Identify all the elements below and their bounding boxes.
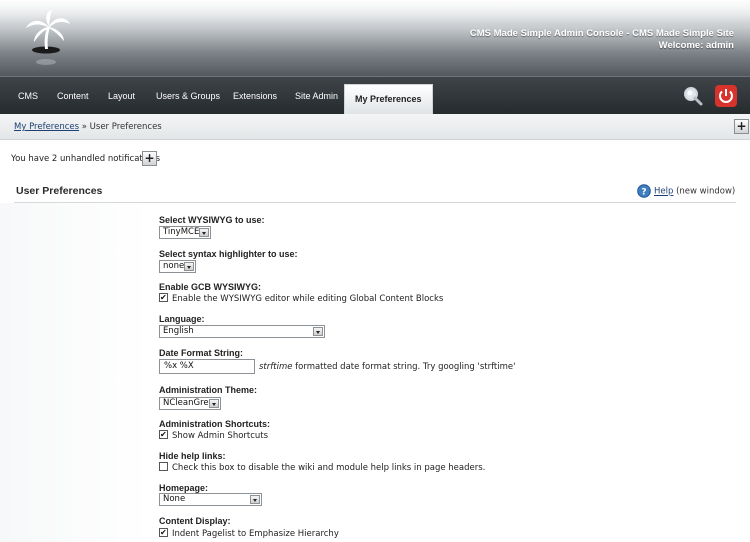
chevron-down-icon xyxy=(184,262,194,271)
main-nav: CMS Content Layout Users & Groups Extens… xyxy=(0,76,750,115)
content-display-label: Content Display: xyxy=(159,516,231,526)
date-format-input[interactable]: %x %X xyxy=(159,359,255,374)
hide-help-checkbox-row: Check this box to disable the wiki and m… xyxy=(159,462,485,473)
shortcuts-checkbox-row: Show Admin Shortcuts xyxy=(159,430,268,441)
gcb-checkbox-label: Enable the WYSIWYG editor while editing … xyxy=(172,294,444,304)
chevron-down-icon xyxy=(250,495,260,504)
wysiwyg-label: Select WYSIWYG to use: xyxy=(159,215,265,225)
help-new-window-note: (new window) xyxy=(676,186,736,197)
nav-item-my-preferences[interactable]: My Preferences xyxy=(344,84,433,115)
wysiwyg-select[interactable]: TinyMCE xyxy=(159,226,211,239)
date-format-hint: strftime formatted date format string. T… xyxy=(259,362,515,372)
help-link[interactable]: Help xyxy=(654,187,673,197)
date-format-label: Date Format String: xyxy=(159,348,244,358)
breadcrumb-my-preferences-link[interactable]: My Preferences xyxy=(14,122,79,132)
nav-item-extensions[interactable]: Extensions xyxy=(233,77,277,115)
hide-help-checkbox-label: Check this box to disable the wiki and m… xyxy=(172,463,486,473)
gcb-checkbox[interactable] xyxy=(159,293,168,302)
nav-item-site-admin[interactable]: Site Admin xyxy=(295,77,338,115)
logout-power-icon[interactable] xyxy=(715,85,737,107)
homepage-select-value: None xyxy=(163,494,186,504)
hide-help-checkbox[interactable] xyxy=(159,462,168,471)
section-divider xyxy=(14,202,736,203)
syntax-select-value: none xyxy=(163,261,185,271)
indent-pagelist-checkbox-label: Indent Pagelist to Emphasize Hierarchy xyxy=(172,529,339,539)
date-format-hint-strftime: strftime xyxy=(259,362,293,372)
notifications-toggle-button[interactable]: + xyxy=(142,151,157,166)
gcb-label: Enable GCB WYSIWYG: xyxy=(159,282,262,292)
chevron-down-icon xyxy=(199,228,209,237)
shortcuts-label: Administration Shortcuts: xyxy=(159,419,271,429)
notifications-text: You have 2 unhandled notifications xyxy=(11,154,160,164)
shortcuts-checkbox-label: Show Admin Shortcuts xyxy=(172,431,269,441)
breadcrumb-bar: My Preferences » User Preferences + xyxy=(0,114,750,140)
language-label: Language: xyxy=(159,314,205,324)
wysiwyg-select-value: TinyMCE xyxy=(163,227,200,237)
language-select[interactable]: English xyxy=(159,325,325,338)
site-info: CMS Made Simple Admin Console - CMS Made… xyxy=(470,28,734,52)
nav-item-content[interactable]: Content xyxy=(57,77,89,115)
add-shortcut-button[interactable]: + xyxy=(734,119,749,134)
help-icon[interactable]: ? xyxy=(637,184,651,198)
theme-label: Administration Theme: xyxy=(159,385,258,395)
nav-item-users-groups[interactable]: Users & Groups xyxy=(156,77,220,115)
language-select-value: English xyxy=(163,326,194,336)
search-icon[interactable] xyxy=(682,85,704,107)
chevron-down-icon xyxy=(313,327,323,336)
palm-tree-logo[interactable] xyxy=(22,10,74,68)
breadcrumb-separator: » xyxy=(81,122,87,132)
site-title: CMS Made Simple Admin Console - CMS Made… xyxy=(469,28,734,39)
nav-item-cms[interactable]: CMS xyxy=(18,77,38,115)
page-title: User Preferences xyxy=(16,185,103,197)
date-format-hint-text: formatted date format string. Try googli… xyxy=(292,362,516,372)
syntax-highlighter-select[interactable]: none xyxy=(159,260,196,273)
chevron-down-icon xyxy=(209,399,219,408)
indent-pagelist-checkbox[interactable] xyxy=(159,528,168,537)
help-link-container: ? Help (new window) xyxy=(637,184,735,198)
admin-theme-select[interactable]: NCleanGrey xyxy=(159,397,221,410)
left-background xyxy=(0,203,150,542)
syntax-label: Select syntax highlighter to use: xyxy=(159,249,298,259)
gcb-checkbox-row: Enable the WYSIWYG editor while editing … xyxy=(159,293,443,304)
breadcrumb-current: User Preferences xyxy=(89,122,162,132)
breadcrumb: My Preferences » User Preferences xyxy=(14,122,162,132)
welcome-text: Welcome: admin xyxy=(658,40,734,51)
homepage-select[interactable]: None xyxy=(159,493,262,506)
notifications-prefix: You have xyxy=(11,154,52,164)
shortcuts-checkbox[interactable] xyxy=(159,430,168,439)
hide-help-label: Hide help links: xyxy=(159,451,226,461)
header: CMS Made Simple Admin Console - CMS Made… xyxy=(0,0,750,76)
nav-item-layout[interactable]: Layout xyxy=(108,77,135,115)
svg-text:?: ? xyxy=(641,188,646,198)
theme-select-value: NCleanGrey xyxy=(163,398,214,408)
header-sheen xyxy=(0,0,750,24)
content-display-checkbox-row: Indent Pagelist to Emphasize Hierarchy xyxy=(159,528,339,539)
